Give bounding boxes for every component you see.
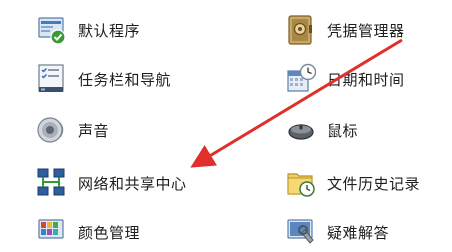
network-sharing-icon: [37, 168, 65, 196]
color-management-icon: [38, 219, 64, 239]
item-network-sharing-center[interactable]: 网络和共享中心: [36, 163, 187, 203]
item-label: 文件历史记录: [327, 174, 421, 193]
item-label: 默认程序: [78, 21, 141, 40]
item-sound[interactable]: 声音: [36, 110, 109, 150]
file-history-icon: [287, 173, 315, 197]
item-date-time[interactable]: 日期和时间: [285, 59, 405, 99]
item-mouse[interactable]: 鼠标: [285, 110, 358, 150]
date-time-icon: [287, 63, 317, 92]
item-color-management[interactable]: 颜色管理: [36, 212, 140, 252]
item-file-history[interactable]: 文件历史记录: [285, 163, 420, 203]
item-label: 颜色管理: [78, 223, 141, 242]
item-taskbar-navigation[interactable]: 任务栏和导航: [36, 59, 171, 99]
taskbar-navigation-icon: [38, 64, 64, 92]
item-credential-manager[interactable]: 凭据管理器: [285, 10, 405, 50]
item-label: 声音: [78, 121, 110, 140]
item-label: 任务栏和导航: [78, 70, 172, 89]
default-programs-icon: [38, 17, 66, 45]
credential-manager-icon: [288, 15, 312, 45]
item-label: 鼠标: [327, 121, 359, 140]
mouse-icon: [288, 124, 314, 140]
item-label: 凭据管理器: [327, 21, 405, 40]
item-label: 日期和时间: [327, 70, 405, 89]
item-troubleshooting[interactable]: 疑难解答: [285, 212, 389, 252]
control-panel-items: 默认程序 凭据管理器 任务栏和导航 日期和时间 声音 鼠标 网络和共享中心 文件…: [0, 0, 452, 252]
sound-icon: [37, 117, 64, 143]
troubleshooting-icon: [287, 219, 314, 244]
item-label: 疑难解答: [327, 223, 390, 242]
item-default-programs[interactable]: 默认程序: [36, 10, 140, 50]
item-label: 网络和共享中心: [78, 174, 187, 193]
